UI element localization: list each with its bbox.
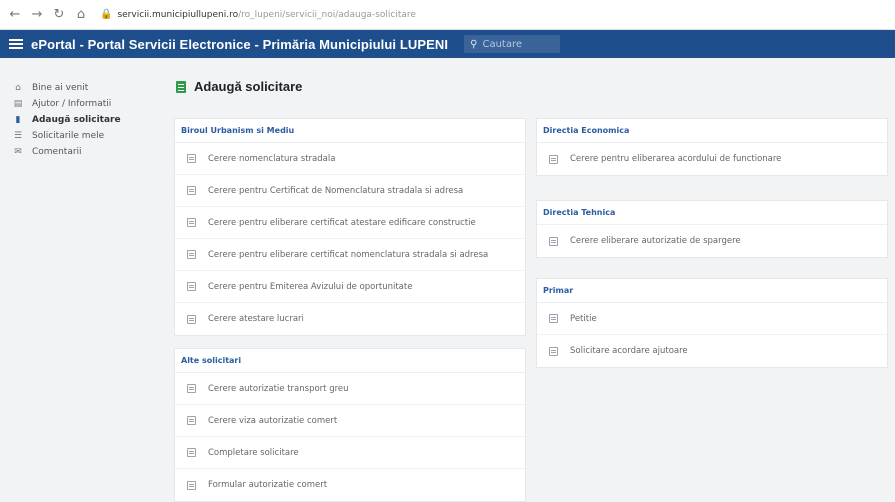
card-alte-solicitari: Alte solicitari Cerere autorizatie trans… bbox=[174, 348, 526, 502]
reload-icon[interactable]: ↻ bbox=[50, 6, 68, 24]
document-icon bbox=[549, 236, 558, 246]
sidebar-item-help[interactable]: ▤ Ajutor / Informatii bbox=[0, 96, 168, 112]
page-title-text: Adaugă solicitare bbox=[194, 79, 303, 94]
app-title: ePortal - Portal Servicii Electronice - … bbox=[31, 36, 449, 52]
list-item[interactable]: Cerere pentru eliberare certificat atest… bbox=[175, 207, 525, 239]
list-item[interactable]: Cerere atestare lucrari bbox=[175, 303, 525, 335]
app-header: ePortal - Portal Servicii Electronice - … bbox=[0, 30, 895, 58]
sidebar-item-label: Solicitarile mele bbox=[32, 131, 105, 141]
chat-icon: ✉ bbox=[14, 147, 22, 157]
sidebar-item-label: Ajutor / Informatii bbox=[32, 99, 112, 109]
list-item-label: Formular autorizatie comert bbox=[208, 480, 328, 490]
list-item[interactable]: Cerere pentru eliberarea acordului de fu… bbox=[537, 143, 887, 175]
sidebar-item-add-request[interactable]: ▮ Adaugă solicitare bbox=[0, 112, 168, 128]
card-directia-tehnica: Directia Tehnica Cerere eliberare autori… bbox=[536, 200, 888, 258]
back-icon[interactable]: ← bbox=[6, 6, 24, 24]
list-icon: ☰ bbox=[13, 131, 23, 141]
sidebar-item-label: Bine ai venit bbox=[32, 83, 89, 93]
card-title: Directia Tehnica bbox=[537, 201, 887, 225]
document-icon: ▮ bbox=[15, 115, 21, 125]
search-icon: ⚲ bbox=[470, 38, 478, 50]
document-icon bbox=[176, 80, 186, 93]
list-item[interactable]: Cerere eliberare autorizatie de spargere bbox=[537, 225, 887, 257]
card-urbanism: Biroul Urbanism si Mediu Cerere nomencla… bbox=[174, 118, 526, 336]
document-icon bbox=[187, 154, 196, 163]
list-item[interactable]: Cerere nomenclatura stradala bbox=[175, 143, 525, 175]
document-icon bbox=[549, 314, 558, 323]
home-icon: ⌂ bbox=[15, 83, 21, 93]
sidebar-item-comments[interactable]: ✉ Comentarii bbox=[0, 144, 168, 160]
url-path: /ro_lupeni/servicii_noi/adauga-solicitar… bbox=[238, 9, 416, 20]
list-item[interactable]: Cerere viza autorizatie comert bbox=[175, 405, 525, 437]
sidebar-item-label: Adaugă solicitare bbox=[32, 115, 121, 125]
list-item-label: Cerere nomenclatura stradala bbox=[208, 153, 336, 164]
card-title: Biroul Urbanism si Mediu bbox=[175, 119, 525, 143]
list-item-label: Cerere autorizatie transport greu bbox=[208, 383, 349, 394]
document-icon bbox=[187, 448, 196, 457]
list-item[interactable]: Petitie bbox=[537, 303, 887, 335]
list-item[interactable]: Cerere pentru Certificat de Nomenclatura… bbox=[175, 175, 525, 207]
sidebar-item-my-requests[interactable]: ☰ Solicitarile mele bbox=[0, 128, 168, 144]
document-icon bbox=[549, 346, 558, 356]
sidebar-item-welcome[interactable]: ⌂ Bine ai venit bbox=[0, 80, 168, 96]
list-item-label: Cerere eliberare autorizatie de spargere bbox=[570, 236, 741, 246]
document-icon bbox=[187, 416, 196, 425]
forward-icon[interactable]: → bbox=[28, 6, 46, 24]
document-icon bbox=[187, 314, 196, 324]
list-item[interactable]: Solicitare acordare ajutoare bbox=[537, 335, 887, 367]
address-bar[interactable]: 🔒 servicii.municipiullupeni.ro /ro_lupen… bbox=[100, 5, 660, 25]
list-item[interactable]: Formular autorizatie comert bbox=[175, 469, 525, 501]
document-icon bbox=[187, 218, 196, 227]
list-item-label: Cerere viza autorizatie comert bbox=[208, 415, 338, 426]
list-item-label: Petitie bbox=[570, 313, 597, 324]
card-title: Directia Economica bbox=[537, 119, 887, 143]
list-item-label: Solicitare acordare ajutoare bbox=[570, 346, 688, 356]
document-icon bbox=[187, 250, 196, 259]
list-item-label: Cerere pentru eliberare certificat nomen… bbox=[208, 249, 489, 260]
list-item[interactable]: Completare solicitare bbox=[175, 437, 525, 469]
card-title: Alte solicitari bbox=[175, 349, 525, 373]
card-title: Primar bbox=[537, 279, 887, 303]
list-item[interactable]: Cerere pentru eliberare certificat nomen… bbox=[175, 239, 525, 271]
list-item-label: Cerere pentru Certificat de Nomenclatura… bbox=[208, 185, 464, 196]
page-title: Adaugă solicitare bbox=[176, 79, 302, 94]
document-icon bbox=[187, 384, 196, 393]
url-host: servicii.municipiullupeni.ro bbox=[117, 9, 239, 20]
card-directia-economica: Directia Economica Cerere pentru elibera… bbox=[536, 118, 888, 176]
list-item-label: Cerere pentru eliberarea acordului de fu… bbox=[570, 154, 782, 164]
document-icon bbox=[187, 480, 196, 490]
list-item-label: Cerere atestare lucrari bbox=[208, 314, 304, 324]
sidebar: ⌂ Bine ai venit ▤ Ajutor / Informatii ▮ … bbox=[0, 58, 168, 502]
list-item-label: Cerere pentru Emiterea Avizului de oport… bbox=[208, 281, 413, 292]
sidebar-item-label: Comentarii bbox=[32, 147, 82, 157]
list-item[interactable]: Cerere autorizatie transport greu bbox=[175, 373, 525, 405]
list-item-label: Completare solicitare bbox=[208, 447, 299, 458]
document-icon bbox=[549, 154, 558, 164]
search-input[interactable] bbox=[482, 38, 543, 50]
browser-toolbar: ← → ↻ ⌂ 🔒 servicii.municipiullupeni.ro /… bbox=[0, 0, 895, 30]
info-icon: ▤ bbox=[13, 99, 23, 109]
list-item-label: Cerere pentru eliberare certificat atest… bbox=[208, 217, 476, 228]
home-icon[interactable]: ⌂ bbox=[72, 6, 90, 24]
lock-icon: 🔒 bbox=[100, 9, 113, 20]
search-box[interactable]: ⚲ bbox=[464, 35, 561, 53]
document-icon bbox=[187, 282, 196, 291]
menu-icon[interactable] bbox=[9, 39, 23, 49]
main-content: Adaugă solicitare Biroul Urbanism si Med… bbox=[168, 58, 895, 502]
document-icon bbox=[187, 186, 196, 195]
list-item[interactable]: Cerere pentru Emiterea Avizului de oport… bbox=[175, 271, 525, 303]
card-primar: Primar Petitie Solicitare acordare ajuto… bbox=[536, 278, 888, 368]
